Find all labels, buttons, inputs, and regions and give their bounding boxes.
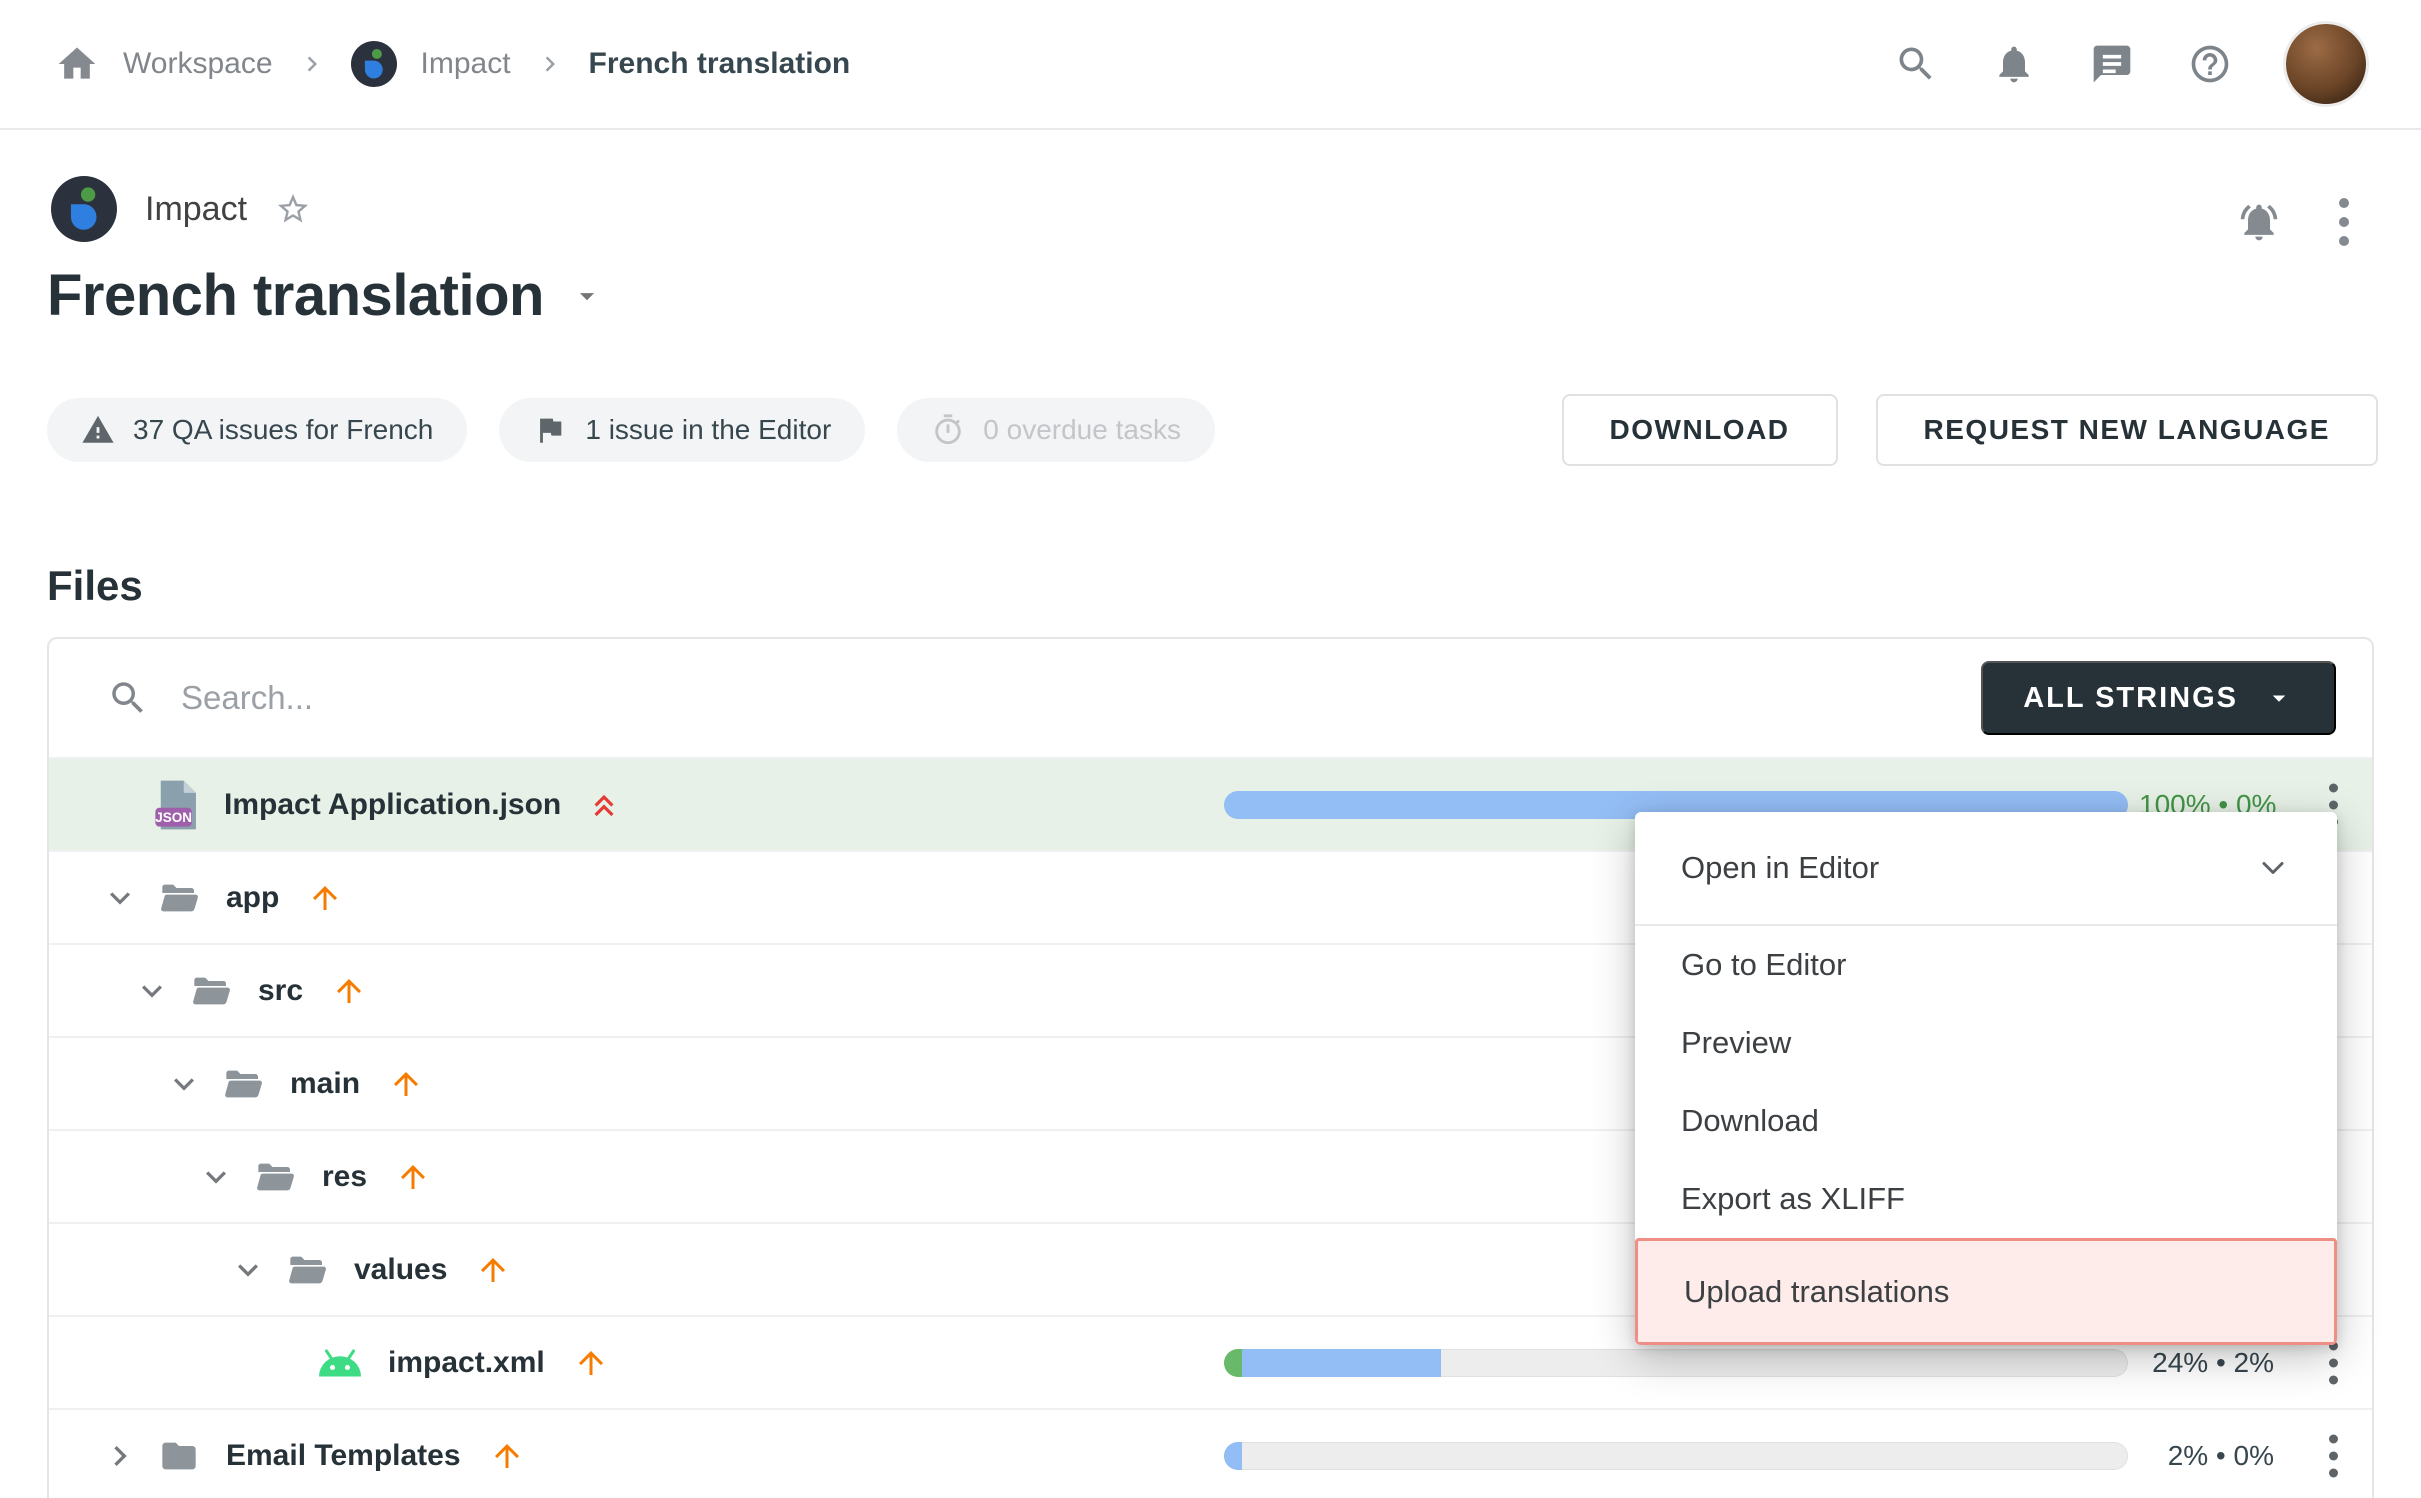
upload-arrow-icon[interactable] xyxy=(489,1438,525,1474)
folder-name: values xyxy=(354,1253,447,1287)
status-badges: 37 QA issues for French 1 issue in the E… xyxy=(47,398,1215,462)
progress-bar xyxy=(1224,1442,2128,1470)
upload-arrow-icon[interactable] xyxy=(388,1066,424,1102)
notifications-active-icon[interactable] xyxy=(2237,200,2281,244)
nav-actions xyxy=(1894,24,2366,104)
menu-item-open-in-editor[interactable]: Open in Editor xyxy=(1635,812,2337,924)
breadcrumb-current: French translation xyxy=(589,47,851,81)
folder-name: Email Templates xyxy=(226,1439,461,1473)
folder-row-email-templates[interactable]: Email Templates 2% • 0% xyxy=(49,1410,2372,1498)
project-menu-button[interactable] xyxy=(2339,198,2349,246)
folder-open-icon xyxy=(188,971,234,1011)
json-file-icon: JSON xyxy=(154,779,200,831)
badge-label: 37 QA issues for French xyxy=(133,414,433,446)
editor-issues-badge[interactable]: 1 issue in the Editor xyxy=(499,398,865,462)
all-strings-filter-button[interactable]: ALL STRINGS xyxy=(1981,661,2336,735)
progress-bar xyxy=(1224,1349,2128,1377)
project-logo xyxy=(51,176,117,242)
android-file-icon xyxy=(316,1348,364,1378)
language-title-row: French translation xyxy=(47,262,604,329)
page: Workspace Impact French translation Im xyxy=(0,0,2421,1498)
page-title: French translation xyxy=(47,262,544,329)
menu-item-go-to-editor[interactable]: Go to Editor xyxy=(1635,926,2337,1004)
star-icon[interactable] xyxy=(275,191,311,227)
breadcrumb-project[interactable]: Impact xyxy=(421,47,511,81)
search-input[interactable] xyxy=(181,679,1949,717)
context-menu: Open in Editor Go to Editor Preview Down… xyxy=(1635,812,2337,1345)
chevron-down-icon[interactable] xyxy=(228,1250,268,1290)
timer-icon xyxy=(931,413,965,447)
request-new-language-button[interactable]: REQUEST NEW LANGUAGE xyxy=(1876,394,2378,466)
notifications-icon[interactable] xyxy=(1992,42,2036,86)
progress-percent: 24% • 2% xyxy=(2139,1347,2274,1379)
badge-label: 0 overdue tasks xyxy=(983,414,1181,446)
upload-arrow-icon[interactable] xyxy=(475,1252,511,1288)
menu-item-preview[interactable]: Preview xyxy=(1635,1004,2337,1082)
priority-double-chevron-up-icon xyxy=(585,786,623,824)
folder-name: main xyxy=(290,1067,360,1101)
breadcrumb: Workspace Impact French translation xyxy=(55,41,850,87)
menu-header-label: Open in Editor xyxy=(1681,850,1879,886)
row-menu-button[interactable] xyxy=(2311,1434,2355,1477)
progress-percent: 2% • 0% xyxy=(2139,1440,2274,1472)
chevron-down-icon[interactable] xyxy=(196,1157,236,1197)
chevron-right-icon xyxy=(297,49,327,79)
folder-open-icon xyxy=(252,1157,298,1197)
file-name: impact.xml xyxy=(388,1346,545,1380)
badge-label: 1 issue in the Editor xyxy=(585,414,831,446)
folder-name: app xyxy=(226,881,279,915)
row-menu-button[interactable] xyxy=(2311,1341,2355,1384)
warning-icon xyxy=(81,413,115,447)
chevron-down-icon[interactable] xyxy=(132,971,172,1011)
folder-open-icon xyxy=(220,1064,266,1104)
project-name: Impact xyxy=(145,190,247,229)
chat-icon[interactable] xyxy=(2090,42,2134,86)
chevron-right-icon xyxy=(535,49,565,79)
chevron-down-icon[interactable] xyxy=(164,1064,204,1104)
search-icon xyxy=(107,677,149,719)
folder-icon xyxy=(156,1436,202,1476)
project-logo[interactable] xyxy=(351,41,397,87)
home-icon[interactable] xyxy=(55,42,99,86)
files-heading: Files xyxy=(47,562,143,610)
project-actions xyxy=(2237,198,2349,246)
upload-arrow-icon[interactable] xyxy=(331,973,367,1009)
search-icon[interactable] xyxy=(1894,42,1938,86)
folder-name: src xyxy=(258,974,303,1008)
top-nav: Workspace Impact French translation xyxy=(0,0,2421,130)
upload-arrow-icon[interactable] xyxy=(307,880,343,916)
overdue-tasks-badge: 0 overdue tasks xyxy=(897,398,1215,462)
menu-item-export-as-xliff[interactable]: Export as XLIFF xyxy=(1635,1160,2337,1238)
qa-issues-badge[interactable]: 37 QA issues for French xyxy=(47,398,467,462)
chevron-down-icon[interactable] xyxy=(570,279,604,313)
folder-name: res xyxy=(322,1160,367,1194)
help-icon[interactable] xyxy=(2188,42,2232,86)
breadcrumb-workspace[interactable]: Workspace xyxy=(123,47,273,81)
menu-item-download[interactable]: Download xyxy=(1635,1082,2337,1160)
upload-arrow-icon[interactable] xyxy=(395,1159,431,1195)
project-header: Impact xyxy=(51,176,311,242)
caret-down-icon xyxy=(2264,683,2294,713)
flag-icon xyxy=(533,413,567,447)
file-name: Impact Application.json xyxy=(224,788,561,822)
chevron-down-icon xyxy=(2255,850,2291,886)
folder-open-icon xyxy=(284,1250,330,1290)
files-toolbar: ALL STRINGS xyxy=(49,639,2372,759)
header-buttons: DOWNLOAD REQUEST NEW LANGUAGE xyxy=(1562,394,2378,466)
chevron-down-icon[interactable] xyxy=(100,878,140,918)
folder-open-icon xyxy=(156,878,202,918)
upload-arrow-icon[interactable] xyxy=(573,1345,609,1381)
menu-item-upload-translations[interactable]: Upload translations xyxy=(1635,1238,2337,1345)
filter-label: ALL STRINGS xyxy=(2023,682,2238,715)
user-avatar[interactable] xyxy=(2286,24,2366,104)
svg-text:JSON: JSON xyxy=(155,809,192,824)
download-button[interactable]: DOWNLOAD xyxy=(1562,394,1838,466)
chevron-right-icon[interactable] xyxy=(100,1436,140,1476)
